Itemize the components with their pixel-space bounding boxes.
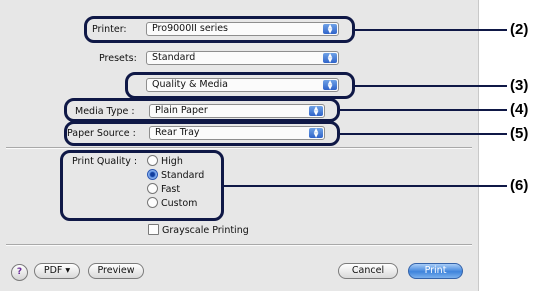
cancel-button[interactable]: Cancel bbox=[338, 263, 398, 279]
callout-leader-2 bbox=[355, 29, 507, 31]
presets-label: Presets: bbox=[99, 53, 137, 64]
grayscale-label: Grayscale Printing bbox=[162, 225, 249, 236]
help-button[interactable]: ? bbox=[11, 264, 28, 281]
callout-frame-panel bbox=[125, 72, 355, 99]
callout-number-6: (6) bbox=[510, 177, 529, 194]
presets-value: Standard bbox=[152, 52, 196, 63]
callout-number-2: (2) bbox=[510, 21, 529, 38]
divider-highlight bbox=[6, 148, 472, 149]
callout-frame-printer bbox=[84, 16, 355, 43]
print-button[interactable]: Print bbox=[408, 263, 463, 279]
pdf-button[interactable]: PDF ▾ bbox=[34, 263, 80, 279]
grayscale-checkbox-row[interactable]: Grayscale Printing bbox=[148, 224, 249, 236]
callout-frame-print-quality bbox=[60, 150, 224, 221]
callout-leader-4 bbox=[340, 109, 507, 111]
divider-highlight bbox=[6, 245, 472, 246]
presets-popup[interactable]: Standard ▲ ▼ bbox=[146, 51, 339, 65]
callout-leader-3 bbox=[355, 85, 507, 87]
callout-number-3: (3) bbox=[510, 77, 529, 94]
callout-frame-paper-source bbox=[64, 121, 340, 146]
grayscale-checkbox[interactable] bbox=[148, 224, 159, 235]
popup-arrows-icon: ▲ ▼ bbox=[323, 53, 337, 64]
callout-leader-6 bbox=[224, 185, 507, 187]
callout-number-4: (4) bbox=[510, 101, 529, 118]
preview-button[interactable]: Preview bbox=[88, 263, 144, 279]
callout-leader-5 bbox=[340, 133, 507, 135]
callout-number-5: (5) bbox=[510, 125, 529, 142]
callout-frame-media-type bbox=[64, 98, 340, 122]
